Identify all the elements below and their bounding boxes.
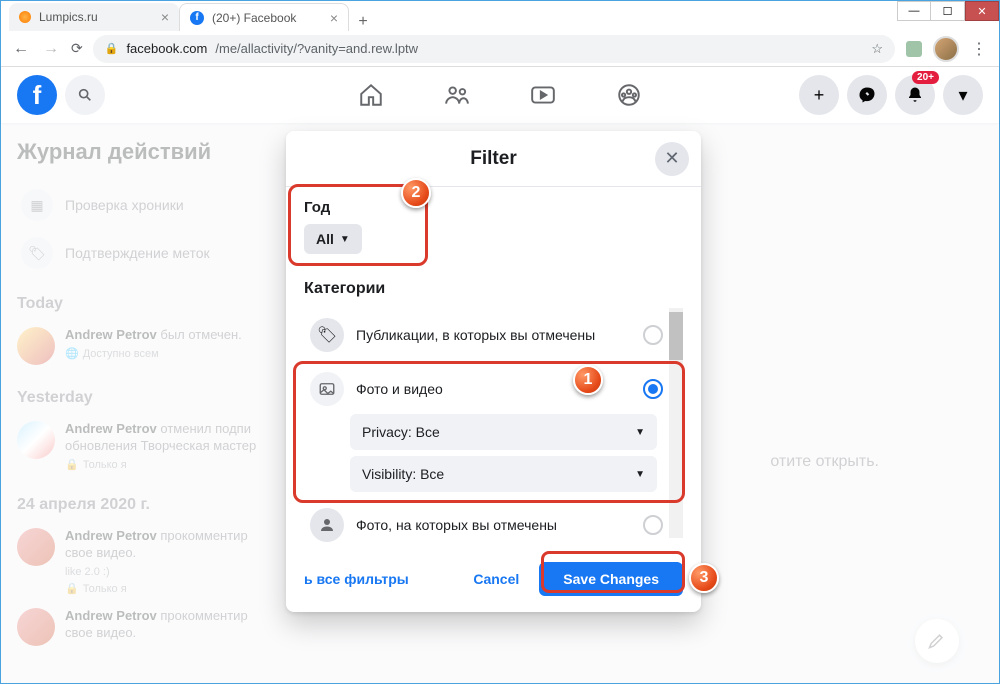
year-label: Год <box>304 199 683 216</box>
visibility-label: Visibility: Все <box>362 466 444 482</box>
person-icon <box>310 508 344 542</box>
url-input[interactable]: 🔒 facebook.com/me/allactivity/?vanity=an… <box>93 35 895 63</box>
photo-icon <box>310 372 344 406</box>
category-row-tagged-posts[interactable]: 🏷 Публикации, в которых вы отмечены <box>304 308 669 362</box>
facebook-nav <box>358 82 642 108</box>
facebook-header: f + 20+ ▾ <box>1 67 999 123</box>
tab-title: (20+) Facebook <box>212 11 296 25</box>
facebook-logo[interactable]: f <box>17 75 57 115</box>
categories-list: 🏷 Публикации, в которых вы отмечены Фото… <box>304 308 683 552</box>
url-path: /me/allactivity/?vanity=and.rew.lptw <box>215 41 418 56</box>
browser-window: Lumpics.ru × f (20+) Facebook × + — ☐ ✕ … <box>0 0 1000 684</box>
modal-body: Год All ▼ Категории 🏷 Публикации, в кото… <box>286 187 701 552</box>
close-icon[interactable]: × <box>161 9 169 25</box>
search-button[interactable] <box>65 75 105 115</box>
account-menu-button[interactable]: ▾ <box>943 75 983 115</box>
radio-button[interactable] <box>643 325 663 345</box>
annotation-badge-1: 1 <box>573 365 603 395</box>
notification-badge: 20+ <box>912 71 939 84</box>
url-host: facebook.com <box>126 41 207 56</box>
watch-icon[interactable] <box>530 82 556 108</box>
categories-label: Категории <box>304 280 683 298</box>
close-button[interactable]: ✕ <box>965 1 999 21</box>
browser-tab-facebook[interactable]: f (20+) Facebook × <box>179 3 349 31</box>
window-controls: — ☐ ✕ <box>897 1 999 21</box>
caret-down-icon: ▼ <box>340 234 350 245</box>
profile-avatar[interactable] <box>933 36 959 62</box>
tag-icon: 🏷 <box>310 318 344 352</box>
caret-down-icon: ▼ <box>635 427 645 438</box>
extension-icon[interactable] <box>905 40 923 58</box>
notifications-button[interactable]: 20+ <box>895 75 935 115</box>
annotation-badge-2: 2 <box>401 178 431 208</box>
cancel-button[interactable]: Cancel <box>461 563 531 595</box>
tab-title: Lumpics.ru <box>39 10 98 24</box>
lock-icon: 🔒 <box>105 42 119 55</box>
privacy-label: Privacy: Все <box>362 424 440 440</box>
modal-footer: ь все фильтры Cancel Save Changes <box>286 552 701 600</box>
modal-header: Filter ✕ <box>286 131 701 187</box>
browser-tab-lumpics[interactable]: Lumpics.ru × <box>9 3 179 31</box>
visibility-dropdown[interactable]: Visibility: Все ▼ <box>350 456 657 492</box>
radio-button[interactable] <box>643 515 663 535</box>
messenger-button[interactable] <box>847 75 887 115</box>
year-dropdown[interactable]: All ▼ <box>304 224 362 254</box>
close-button[interactable]: ✕ <box>655 142 689 176</box>
favicon-icon <box>19 11 31 23</box>
content-area: Журнал действий ▦ Проверка хроники 🏷 Под… <box>1 123 999 683</box>
browser-tabs: Lumpics.ru × f (20+) Facebook × + <box>1 1 377 31</box>
create-button[interactable]: + <box>799 75 839 115</box>
favicon-icon: f <box>190 11 204 25</box>
scrollbar-thumb[interactable] <box>669 312 683 360</box>
modal-title: Filter <box>470 148 516 170</box>
address-bar: ← → ⟳ 🔒 facebook.com/me/allactivity/?van… <box>1 31 999 67</box>
category-label: Публикации, в которых вы отмечены <box>356 327 631 343</box>
forward-button[interactable]: → <box>41 40 61 58</box>
caret-down-icon: ▼ <box>635 469 645 480</box>
minimize-button[interactable]: — <box>897 1 931 21</box>
category-row-tagged-photos[interactable]: Фото, на которых вы отмечены <box>304 498 669 552</box>
reload-button[interactable]: ⟳ <box>71 40 83 57</box>
kebab-menu-icon[interactable]: ⋮ <box>969 39 989 59</box>
annotation-badge-3: 3 <box>689 563 719 593</box>
privacy-dropdown[interactable]: Privacy: Все ▼ <box>350 414 657 450</box>
maximize-button[interactable]: ☐ <box>931 1 965 21</box>
new-tab-button[interactable]: + <box>349 13 377 31</box>
facebook-header-right: + 20+ ▾ <box>799 75 983 115</box>
home-icon[interactable] <box>358 82 384 108</box>
clear-filters-link[interactable]: ь все фильтры <box>304 571 409 587</box>
filter-modal: Filter ✕ Год All ▼ Категории 🏷 Публикаци… <box>286 131 701 612</box>
radio-button[interactable] <box>643 379 663 399</box>
browser-titlebar: Lumpics.ru × f (20+) Facebook × + — ☐ ✕ <box>1 1 999 31</box>
close-icon[interactable]: × <box>330 10 338 26</box>
category-row-photos-videos[interactable]: Фото и видео <box>304 362 669 408</box>
friends-icon[interactable] <box>444 82 470 108</box>
star-icon[interactable]: ☆ <box>871 41 883 57</box>
groups-icon[interactable] <box>616 82 642 108</box>
save-button[interactable]: Save Changes <box>539 562 683 596</box>
category-label: Фото, на которых вы отмечены <box>356 517 631 533</box>
back-button[interactable]: ← <box>11 40 31 58</box>
year-value: All <box>316 231 334 247</box>
